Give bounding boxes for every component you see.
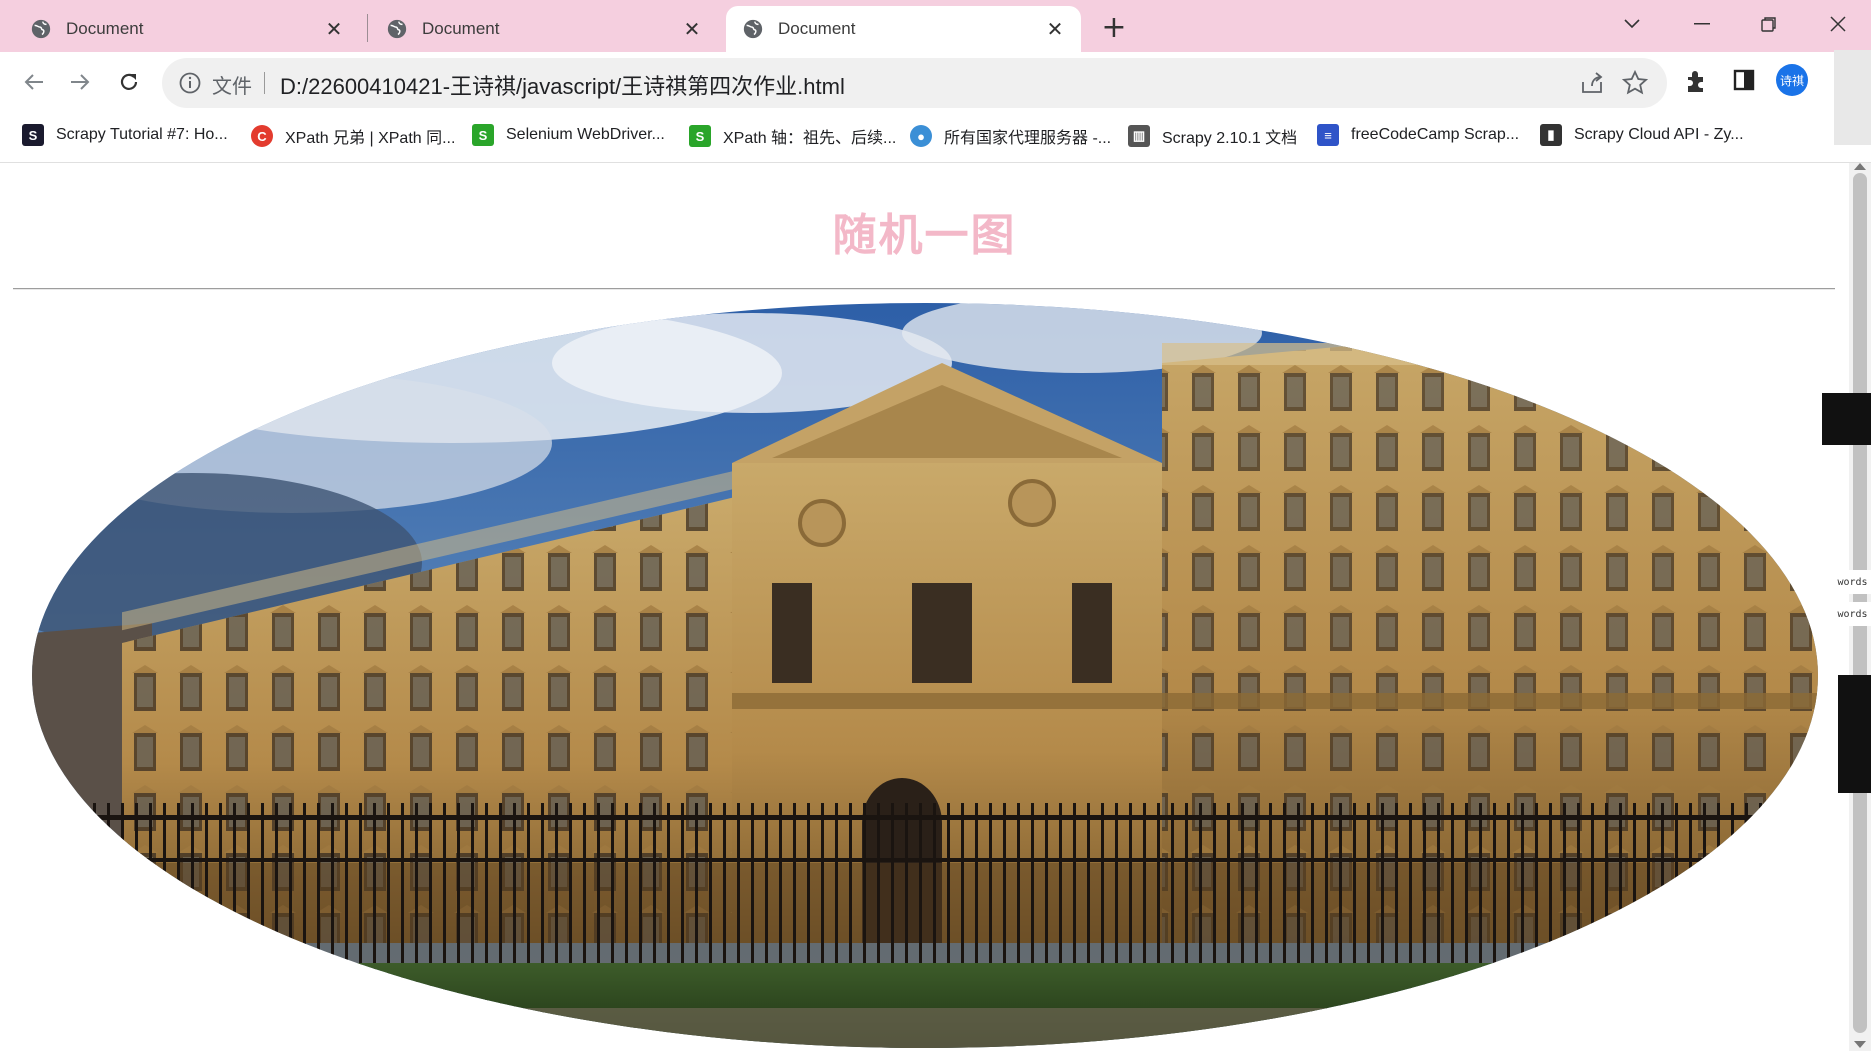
arrow-right-icon: [71, 74, 90, 90]
close-tab-icon[interactable]: ✕: [320, 15, 348, 43]
bookmark-item[interactable]: ≡ freeCodeCamp Scrap...: [1317, 124, 1519, 146]
background-window-thumbnail: [1834, 50, 1871, 145]
bookmark-label: Selenium WebDriver...: [506, 126, 665, 143]
background-terminal-thumbnail: [1822, 393, 1871, 445]
globe-icon: [31, 19, 51, 39]
close-window-icon[interactable]: [1808, 4, 1868, 44]
bookmark-label: Scrapy Cloud API - Zy...: [1574, 126, 1744, 143]
close-tab-icon[interactable]: ✕: [1041, 15, 1069, 43]
address-bar[interactable]: 文件 D:/22600410421-王诗祺/javascript/王诗祺第四次作…: [162, 58, 1667, 108]
bookmark-label: XPath 兄弟 | XPath 同...: [285, 130, 456, 147]
tab-title: Document: [66, 19, 144, 38]
background-word-label: words: [1834, 570, 1871, 594]
bookmark-label: Scrapy 2.10.1 文档: [1162, 130, 1298, 147]
bookmark-item[interactable]: ▥ Scrapy 2.10.1 文档: [1128, 124, 1297, 148]
restore-icon[interactable]: [1739, 4, 1799, 44]
globe-earth-icon: ●: [910, 125, 932, 147]
docs-icon: ▥: [1128, 125, 1150, 147]
bookmark-star-icon[interactable]: [1621, 69, 1649, 97]
page-heading: 随机一图: [832, 210, 1017, 261]
scrapy-tutorial-icon: S: [22, 124, 44, 146]
extensions-icon[interactable]: [1681, 64, 1713, 96]
bookmark-item[interactable]: C XPath 兄弟 | XPath 同...: [251, 124, 455, 148]
minimize-icon[interactable]: [1672, 4, 1732, 44]
reload-icon: [120, 73, 138, 90]
url-text[interactable]: D:/22600410421-王诗祺/javascript/王诗祺第四次作业.h…: [280, 69, 845, 101]
globe-icon: [387, 19, 407, 39]
page-viewport: 随机一图: [0, 163, 1849, 1051]
info-icon[interactable]: [178, 71, 202, 95]
tab-3-active[interactable]: Document ✕: [726, 6, 1081, 52]
reload-button[interactable]: [111, 64, 147, 100]
close-tab-icon[interactable]: ✕: [678, 15, 706, 43]
share-icon[interactable]: [1579, 70, 1605, 96]
random-image[interactable]: [32, 303, 1818, 1048]
tab-title: Document: [778, 19, 856, 38]
scroll-up-arrow-icon[interactable]: [1854, 163, 1866, 170]
arrow-left-icon: [24, 74, 43, 90]
bookmark-label: freeCodeCamp Scrap...: [1351, 126, 1520, 143]
louvre-photo-image: [32, 303, 1818, 1048]
bookmark-label: 所有国家代理服务器 -...: [944, 130, 1112, 147]
freecodecamp-icon: ≡: [1317, 124, 1339, 146]
bookmark-item[interactable]: S Scrapy Tutorial #7: Ho...: [22, 124, 228, 146]
s-green-icon: S: [689, 125, 711, 147]
tab-search-icon[interactable]: [1602, 4, 1662, 44]
bookmark-item[interactable]: ● 所有国家代理服务器 -...: [910, 124, 1111, 148]
scroll-down-arrow-icon[interactable]: [1854, 1041, 1866, 1048]
tab-1[interactable]: Document ✕: [0, 6, 360, 52]
bookmark-item[interactable]: S Selenium WebDriver...: [472, 124, 665, 146]
profile-avatar[interactable]: 诗祺: [1776, 64, 1808, 96]
globe-icon: [743, 19, 763, 39]
background-terminal-thumbnail: [1838, 675, 1871, 793]
bookmark-item[interactable]: ▮ Scrapy Cloud API - Zy...: [1540, 124, 1744, 146]
tab-2[interactable]: Document ✕: [356, 6, 718, 52]
tab-title: Document: [422, 19, 500, 38]
zyte-icon: ▮: [1540, 124, 1562, 146]
browser-toolbar: 文件 D:/22600410421-王诗祺/javascript/王诗祺第四次作…: [0, 52, 1871, 112]
bookmark-label: XPath 轴：祖先、后续...: [723, 130, 897, 147]
background-word-label: words: [1834, 602, 1871, 626]
bookmarks-bar: S Scrapy Tutorial #7: Ho... C XPath 兄弟 |…: [0, 112, 1871, 163]
bookmark-label: Scrapy Tutorial #7: Ho...: [56, 126, 228, 143]
tab-strip: Document ✕ Document ✕ Document ✕ +: [0, 0, 1871, 52]
bookmark-item[interactable]: S XPath 轴：祖先、后续...: [689, 124, 896, 148]
scheme-label: 文件: [212, 74, 252, 98]
back-button[interactable]: [16, 64, 52, 100]
address-divider: [264, 72, 265, 94]
horizontal-rule: [13, 288, 1835, 290]
forward-button[interactable]: [62, 64, 98, 100]
new-tab-button[interactable]: +: [1097, 10, 1131, 45]
s-green-icon: S: [472, 124, 494, 146]
side-panel-icon[interactable]: [1728, 64, 1760, 96]
csdn-icon: C: [251, 125, 273, 147]
